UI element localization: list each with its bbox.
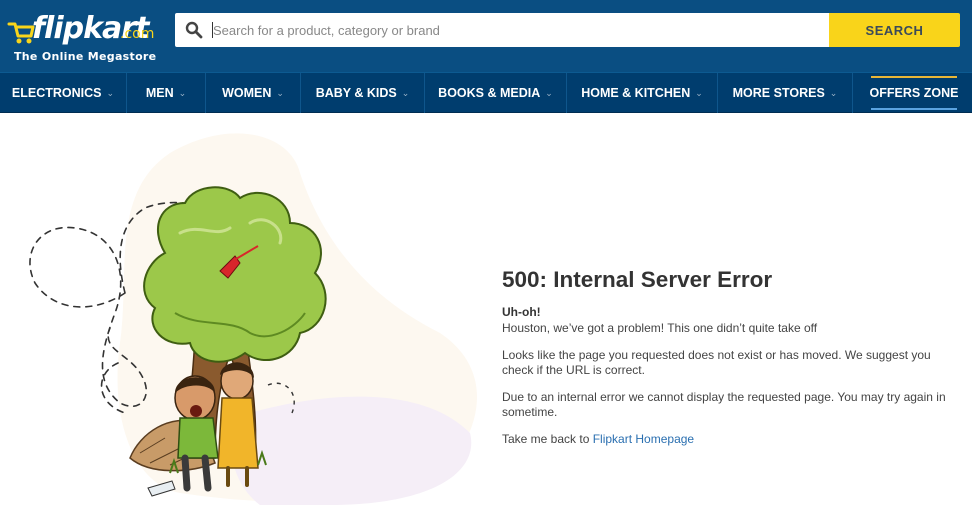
search-input[interactable] — [213, 13, 823, 47]
back-to-home: Take me back to Flipkart Homepage — [502, 432, 952, 447]
error-line-not-found: Looks like the page you requested does n… — [502, 348, 931, 377]
nav-label: WOMEN — [222, 86, 272, 100]
nav-item-baby-kids[interactable]: BABY & KIDS ⌄ — [301, 73, 424, 113]
character-body-right — [217, 397, 259, 469]
back-prefix: Take me back to — [502, 432, 593, 446]
search-button[interactable]: SEARCH — [829, 13, 960, 47]
nav-label: ELECTRONICS — [11, 86, 102, 100]
background-blob-lower — [231, 396, 472, 505]
error-exclamation: Uh-oh! — [502, 305, 541, 319]
nav-label: HOME & KITCHEN — [581, 86, 691, 100]
chevron-down-icon: ⌄ — [695, 87, 703, 98]
nav-item-books-media[interactable]: BOOKS & MEDIA ⌄ — [425, 73, 566, 113]
nav-label: MORE STORES — [732, 86, 825, 100]
nav-label: OFFERS ZONE — [869, 86, 959, 100]
logo-tagline: The Online Megastore — [14, 50, 157, 63]
nav-item-electronics[interactable]: ELECTRONICS ⌄ — [0, 73, 126, 113]
search-icon — [185, 21, 203, 39]
logo-suffix: .com — [120, 26, 155, 42]
chevron-down-icon: ⌄ — [401, 87, 410, 98]
chevron-down-icon: ⌄ — [829, 87, 838, 98]
homepage-link[interactable]: Flipkart Homepage — [593, 432, 694, 446]
nav-divider — [852, 73, 853, 113]
error-title: 500: Internal Server Error — [502, 267, 773, 292]
character-mouth-left — [190, 405, 202, 417]
nav-item-offers-zone[interactable]: OFFERS ZONE — [869, 76, 959, 110]
flipkart-logo[interactable]: flipkart .com The Online Megastore — [7, 12, 160, 68]
error-line-internal: Due to an internal error we cannot displ… — [502, 390, 946, 419]
cart-icon — [7, 22, 35, 44]
error-illustration — [29, 133, 478, 505]
nav-item-men[interactable]: MEN ⌄ — [127, 73, 205, 113]
error-line-houston: Houston, we’ve got a problem! This one d… — [502, 321, 818, 335]
category-nav: ELECTRONICS ⌄ MEN ⌄ WOMEN ⌄ BABY & KIDS ⌄ BO… — [0, 72, 972, 113]
nav-item-women[interactable]: WOMEN ⌄ — [206, 73, 300, 113]
chevron-down-icon: ⌄ — [545, 87, 553, 98]
nav-item-home-kitchen[interactable]: HOME & KITCHEN ⌄ — [567, 73, 717, 113]
nav-label: BABY & KIDS — [315, 86, 397, 100]
chevron-down-icon: ⌄ — [106, 87, 115, 98]
nav-label: BOOKS & MEDIA — [438, 86, 541, 100]
chevron-down-icon: ⌄ — [178, 87, 187, 98]
chevron-down-icon: ⌄ — [276, 87, 284, 98]
search-box — [175, 13, 830, 47]
nav-item-more-stores[interactable]: MORE STORES ⌄ — [718, 73, 852, 113]
nav-label: MEN — [145, 86, 174, 100]
character-body-left — [177, 417, 219, 459]
header: flipkart .com The Online Megastore SEARC… — [0, 0, 972, 72]
